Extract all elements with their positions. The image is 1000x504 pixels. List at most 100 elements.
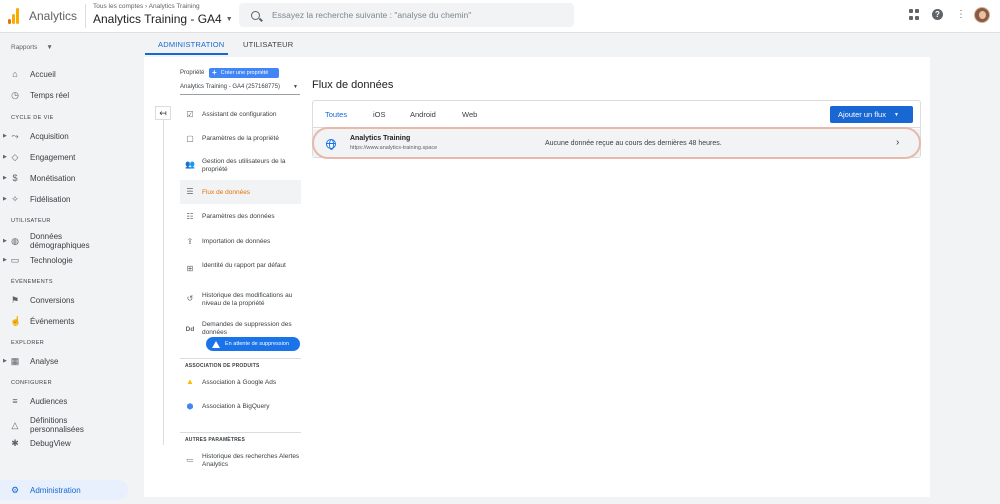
stream-url: https://www.analytics-training.space: [350, 145, 438, 151]
property-item-label: Gestion des utilisateurs de la propriété: [202, 158, 286, 173]
property-item-search-history[interactable]: ≔ Historique des recherches Alertes Anal…: [180, 450, 301, 472]
nav-label: Conversions: [30, 295, 75, 305]
section-user: UTILISATEUR: [11, 218, 51, 224]
expand-arrow-icon: ▶: [3, 154, 7, 160]
property-title: Analytics Training - GA4: [93, 12, 222, 26]
tab-all[interactable]: Toutes: [325, 110, 347, 119]
expand-arrow-icon: ▶: [3, 257, 7, 263]
nav-engagement[interactable]: ▶ ◇ Engagement: [0, 147, 134, 167]
checklist-icon: ☑: [186, 110, 194, 119]
left-sidebar: Rapports ▼ ⌂ Accueil ◷ Temps réel CYCLE …: [0, 33, 134, 504]
shapes-icon: △: [11, 420, 19, 430]
property-item-label: Flux de données: [202, 189, 251, 196]
top-bar: Analytics Tous les comptes › Analytics T…: [0, 0, 1000, 33]
property-item-deletion-requests[interactable]: Dd Demandes de suppression des données: [180, 317, 301, 339]
nav-conversions[interactable]: ⚑ Conversions: [0, 290, 134, 310]
property-select-value: Analytics Training - GA4 (257168775): [180, 84, 281, 90]
reports-label: Rapports: [11, 44, 38, 51]
app-name[interactable]: Analytics: [29, 9, 77, 23]
nav-retention[interactable]: ▶ ✧ Fidélisation: [0, 189, 134, 209]
property-item-user-management[interactable]: 👥 Gestion des utilisateurs de la proprié…: [180, 154, 301, 176]
more-vert-icon[interactable]: ⋮: [955, 9, 967, 21]
nav-realtime[interactable]: ◷ Temps réel: [0, 85, 134, 105]
nav-events[interactable]: ☝ Événements: [0, 311, 134, 331]
expand-arrow-icon: ▶: [3, 358, 7, 364]
nav-label: Engagement: [30, 152, 76, 162]
section-explore: EXPLORER: [11, 340, 45, 346]
nav-label: Technologie: [30, 255, 73, 265]
search-bar[interactable]: Essayez la recherche suivante : "analyse…: [239, 3, 574, 27]
property-item-settings[interactable]: ▢ Paramètres de la propriété: [180, 130, 301, 148]
create-property-label: Créer une propriété: [220, 70, 269, 76]
nav-acquisition[interactable]: ▶ ⤳ Acquisition: [0, 126, 134, 146]
stream-status: Aucune donnée reçue au cours des dernièr…: [545, 140, 722, 147]
property-item-label: Association à BigQuery: [202, 403, 270, 410]
expand-arrow-icon: ▶: [3, 133, 7, 139]
nav-label: Administration: [30, 485, 81, 495]
add-stream-button[interactable]: Ajouter un flux ▼: [830, 106, 913, 123]
nav-technology[interactable]: ▶ ▭ Technologie: [0, 250, 134, 270]
back-arrow-icon[interactable]: ↤: [155, 106, 171, 120]
section-events: ÉVÉNEMENTS: [11, 279, 53, 285]
data-streams-title: Flux de données: [312, 79, 394, 91]
settings-page-icon: ▢: [186, 134, 194, 143]
property-item-reporting-identity[interactable]: ⊞ Identité du rapport par défaut: [180, 258, 301, 280]
upload-icon: ⇪: [186, 237, 194, 246]
nav-label: Temps réel: [30, 90, 70, 100]
touch-icon: ☝: [10, 316, 22, 326]
nav-monetization[interactable]: ▶ $ Monétisation: [0, 168, 134, 188]
nav-analysis[interactable]: ▶ ▦ Analyse: [0, 351, 134, 371]
property-item-google-ads[interactable]: ▲ Association à Google Ads: [180, 374, 301, 392]
apps-grid-icon[interactable]: [909, 9, 921, 21]
property-item-label: Association à Google Ads: [202, 379, 277, 386]
breadcrumb[interactable]: Tous les comptes › Analytics Training: [93, 3, 200, 10]
nav-debugview[interactable]: ✱ DebugView: [0, 433, 134, 453]
analytics-logo-icon[interactable]: [8, 8, 20, 24]
streams-icon: ☰: [186, 187, 194, 196]
avatar[interactable]: [974, 7, 990, 23]
property-item-bigquery[interactable]: ⬢ Association à BigQuery: [180, 398, 301, 416]
audiences-icon: ≡: [12, 396, 18, 406]
section-divider: [180, 358, 301, 359]
history-icon: ↺: [186, 294, 194, 303]
chevron-right-icon[interactable]: ›: [896, 137, 899, 148]
section-configure: CONFIGURER: [11, 380, 52, 386]
expand-arrow-icon: ▶: [3, 238, 7, 244]
property-item-change-history[interactable]: ↺ Historique des modifications au niveau…: [180, 288, 301, 310]
tab-android[interactable]: Android: [410, 110, 436, 119]
caret-down-icon: ▼: [293, 84, 298, 90]
tab-ios[interactable]: iOS: [373, 110, 386, 119]
bigquery-icon: ⬢: [186, 402, 194, 411]
delete-data-icon: Dd: [185, 326, 195, 333]
property-select[interactable]: Analytics Training - GA4 (257168775) ▼: [180, 84, 300, 95]
section-other-settings: AUTRES PARAMÈTRES: [185, 437, 245, 443]
create-property-button[interactable]: + Créer une propriété: [209, 68, 279, 78]
property-item-label: Importation de données: [202, 238, 271, 245]
home-icon: ⌂: [12, 69, 18, 79]
pending-deletion-badge[interactable]: En attente de suppression: [206, 337, 300, 351]
property-item-setup-assistant[interactable]: ☑ Assistant de configuration: [180, 106, 301, 124]
nav-home[interactable]: ⌂ Accueil: [0, 64, 134, 84]
stream-name[interactable]: Analytics Training: [350, 135, 410, 142]
nav-label: Accueil: [30, 69, 56, 79]
nav-admin[interactable]: ⚙ Administration: [0, 480, 128, 500]
nav-label: Monétisation: [30, 173, 76, 183]
property-item-data-import[interactable]: ⇪ Importation de données: [180, 233, 301, 251]
tab-user[interactable]: UTILISATEUR: [243, 40, 293, 49]
analysis-icon: ▦: [10, 356, 20, 366]
property-switcher[interactable]: Analytics Training - GA4 ▼: [93, 12, 233, 26]
help-icon[interactable]: ?: [932, 9, 943, 20]
tab-web[interactable]: Web: [462, 110, 477, 119]
nav-audiences[interactable]: ≡ Audiences: [0, 391, 134, 411]
gear-icon: ⚙: [10, 485, 20, 495]
tab-administration[interactable]: ADMINISTRATION: [158, 40, 224, 49]
database-icon: ☷: [186, 212, 194, 221]
property-item-label: Identité du rapport par défaut: [202, 262, 286, 269]
nav-label: Acquisition: [30, 131, 69, 141]
flag-icon: ⚑: [10, 295, 20, 305]
search-input[interactable]: Essayez la recherche suivante : "analyse…: [272, 10, 471, 20]
property-item-data-settings[interactable]: ☷ Paramètres des données: [180, 208, 301, 226]
reports-dropdown[interactable]: Rapports ▼: [11, 44, 53, 51]
property-item-data-streams[interactable]: ☰ Flux de données: [180, 180, 301, 204]
section-divider: [180, 432, 301, 433]
